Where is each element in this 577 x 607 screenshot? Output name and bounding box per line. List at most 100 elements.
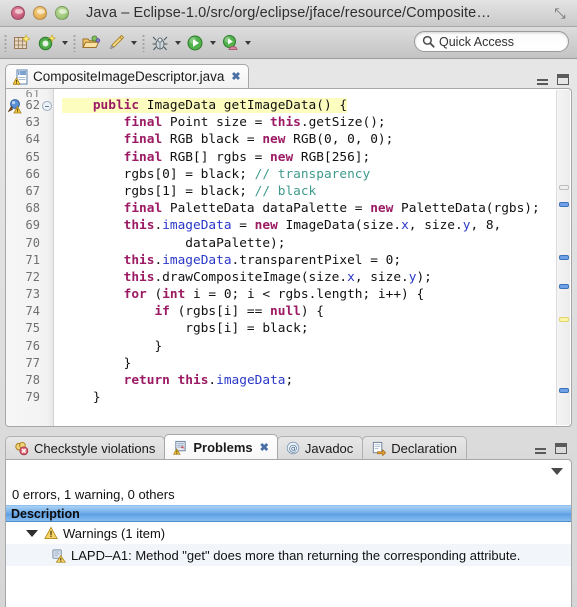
code-line-68[interactable]: final PaletteData dataPalette = new Pale… bbox=[54, 200, 571, 217]
ruler-marker-blue[interactable] bbox=[559, 388, 569, 393]
gutter-line-78[interactable]: 78 bbox=[6, 372, 53, 389]
fold-collapse-icon[interactable] bbox=[42, 101, 52, 111]
close-window-button[interactable] bbox=[11, 6, 25, 20]
gutter-line-73[interactable]: 73 bbox=[6, 286, 53, 303]
code-line-69[interactable]: this.imageData = new ImageData(size.x, s… bbox=[54, 217, 571, 234]
coverage-button[interactable] bbox=[218, 31, 242, 55]
code-token: ); bbox=[416, 269, 432, 285]
problems-row-label: LAPD–A1: Method "get" does more than ret… bbox=[71, 547, 521, 563]
editor-gutter[interactable]: 61 62 63 64 65 66 67 68 69 70 71 72 73 74 75 76 77 78 79 bbox=[6, 89, 54, 426]
ruler-marker-blue[interactable] bbox=[559, 284, 569, 289]
gutter-line-76[interactable]: 76 bbox=[6, 338, 53, 355]
bottom-tab-javadoc[interactable]: @ Javadoc bbox=[276, 436, 364, 459]
maximize-problems-view-button[interactable] bbox=[555, 443, 567, 454]
problems-column-header[interactable]: Description bbox=[6, 505, 571, 522]
bottom-tab-checkstyle-violations[interactable]: Checkstyle violations bbox=[5, 436, 166, 459]
bottom-tabstrip: Checkstyle violations Problems ✖ @ Javadoc De… bbox=[5, 434, 572, 459]
editor-tabstrip: J CompositeImageDescriptor.java ✖ bbox=[5, 64, 572, 88]
ruler-marker-blue[interactable] bbox=[559, 255, 569, 260]
toolbar-grip[interactable] bbox=[4, 33, 7, 52]
gutter-line-77[interactable]: 77 bbox=[6, 355, 53, 372]
coverage-dropdown-arrow[interactable] bbox=[243, 32, 252, 54]
gutter-line-74[interactable]: 74 bbox=[6, 303, 53, 320]
code-line-70[interactable]: dataPalette); bbox=[54, 235, 571, 252]
debug-button[interactable] bbox=[148, 31, 172, 55]
code-line-71[interactable]: this.imageData.transparentPixel = 0; bbox=[54, 252, 571, 269]
gutter-line-75[interactable]: 75 bbox=[6, 320, 53, 337]
new-wizard-button[interactable] bbox=[10, 31, 34, 55]
bottom-tab-close-icon[interactable]: ✖ bbox=[260, 441, 269, 454]
expand-collapse-triangle-icon[interactable] bbox=[26, 529, 38, 537]
minimize-window-button[interactable] bbox=[33, 6, 47, 20]
code-token: new bbox=[370, 201, 394, 217]
toolbar-group-new bbox=[10, 31, 69, 55]
new-java-dropdown-arrow[interactable] bbox=[60, 32, 69, 54]
code-token: } bbox=[62, 390, 101, 406]
gutter-line-69[interactable]: 69 bbox=[6, 217, 53, 234]
gutter-line-67[interactable]: 67 bbox=[6, 183, 53, 200]
code-line-72[interactable]: this.drawCompositeImage(size.x, size.y); bbox=[54, 269, 571, 286]
bottom-tab-declaration[interactable]: Declaration bbox=[362, 436, 468, 459]
gutter-line-61[interactable]: 61 bbox=[6, 90, 53, 97]
editor-tab-close-icon[interactable]: ✖ bbox=[231, 70, 240, 83]
gutter-line-66[interactable]: 66 bbox=[6, 166, 53, 183]
code-line-75[interactable]: rgbs[i] = black; bbox=[54, 320, 571, 337]
declaration-icon bbox=[371, 441, 387, 456]
problems-group-row[interactable]: Warnings (1 item) bbox=[6, 522, 571, 544]
minimize-editor-button[interactable] bbox=[537, 74, 548, 85]
code-line-62[interactable]: public ImageData getImageData() { bbox=[54, 97, 571, 114]
code-line-73[interactable]: for (int i = 0; i < rgbs.length; i++) { bbox=[54, 286, 571, 303]
run-dropdown-arrow[interactable] bbox=[208, 32, 217, 54]
toolbar-grip-3[interactable] bbox=[142, 33, 145, 52]
code-line-79[interactable]: } bbox=[54, 389, 571, 406]
quick-access-field[interactable]: Quick Access bbox=[414, 31, 569, 52]
gutter-line-62[interactable]: 62 bbox=[6, 97, 53, 114]
editor-overview-ruler[interactable] bbox=[556, 90, 570, 425]
code-line-65[interactable]: final RGB[] rgbs = new RGB[256]; bbox=[54, 149, 571, 166]
open-folder-icon bbox=[82, 35, 101, 48]
code-token: final bbox=[123, 132, 163, 148]
gutter-line-65[interactable]: 65 bbox=[6, 149, 53, 166]
maximize-editor-button[interactable] bbox=[557, 74, 569, 85]
gutter-line-79[interactable]: 79 bbox=[6, 389, 53, 406]
editor-code-area[interactable]: public ImageData getImageData() { final … bbox=[54, 89, 571, 426]
ruler-marker-blue[interactable] bbox=[559, 202, 569, 207]
code-line-74[interactable]: if (rgbs[i] == null) { bbox=[54, 303, 571, 320]
breakpoint-warning-icon[interactable] bbox=[7, 98, 25, 114]
code-token: PaletteData(rgbs); bbox=[393, 201, 540, 217]
fullscreen-icon[interactable]: ⤡ bbox=[552, 5, 568, 21]
view-menu-icon[interactable] bbox=[551, 468, 563, 475]
external-tools-dropdown-arrow[interactable] bbox=[129, 32, 138, 54]
gutter-line-64[interactable]: 64 bbox=[6, 131, 53, 148]
code-line-61[interactable] bbox=[54, 90, 571, 97]
gutter-line-63[interactable]: 63 bbox=[6, 114, 53, 131]
editor-tab-composite-image-descriptor[interactable]: J CompositeImageDescriptor.java ✖ bbox=[5, 64, 249, 88]
code-line-78[interactable]: return this.imageData; bbox=[54, 372, 571, 389]
open-resource-button[interactable] bbox=[79, 31, 103, 55]
gutter-line-71[interactable]: 71 bbox=[6, 252, 53, 269]
ruler-marker-grey[interactable] bbox=[559, 185, 569, 190]
zoom-window-button[interactable] bbox=[55, 6, 69, 20]
gutter-line-68[interactable]: 68 bbox=[6, 200, 53, 217]
problems-item-row[interactable]: LAPD–A1: Method "get" does more than ret… bbox=[6, 544, 571, 566]
ruler-marker-yellow[interactable] bbox=[559, 317, 569, 322]
debug-dropdown-arrow[interactable] bbox=[173, 32, 182, 54]
code-line-64[interactable]: final RGB black = new RGB(0, 0, 0); bbox=[54, 131, 571, 148]
code-token: return bbox=[123, 373, 170, 388]
code-token: RGB black = bbox=[162, 132, 263, 148]
gutter-line-70[interactable]: 70 bbox=[6, 235, 53, 252]
bottom-tab-problems[interactable]: Problems ✖ bbox=[164, 434, 278, 459]
external-tools-button[interactable] bbox=[104, 31, 128, 55]
gutter-line-72[interactable]: 72 bbox=[6, 269, 53, 286]
minimize-problems-view-button[interactable] bbox=[535, 443, 546, 454]
toolbar-grip-2[interactable] bbox=[73, 33, 76, 52]
run-button[interactable] bbox=[183, 31, 207, 55]
code-line-67[interactable]: rgbs[1] = black; // black bbox=[54, 183, 571, 200]
code-line-77[interactable]: } bbox=[54, 355, 571, 372]
new-java-class-button[interactable] bbox=[35, 31, 59, 55]
code-line-63[interactable]: final Point size = this.getSize(); bbox=[54, 114, 571, 131]
code-line-76[interactable]: } bbox=[54, 338, 571, 355]
code-line-66[interactable]: rgbs[0] = black; // transparency bbox=[54, 166, 571, 183]
